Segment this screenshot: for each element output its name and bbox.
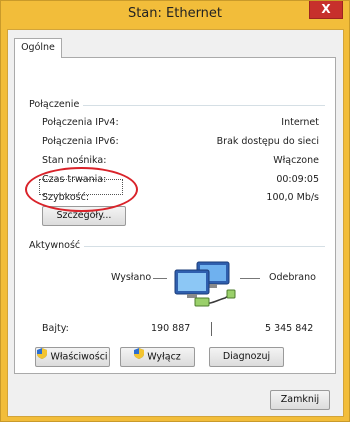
bytes-received-value: 5 345 842 xyxy=(265,323,314,334)
ipv6-value: Brak dostępu do sieci xyxy=(216,136,319,147)
diagnose-button[interactable]: Diagnozuj xyxy=(209,347,284,367)
dialog-client-area: Ogólne Połączenie Połączenia IPv4: Inter… xyxy=(7,29,344,417)
details-button[interactable]: Szczegóły... xyxy=(42,206,126,226)
ipv6-label: Połączenia IPv6: xyxy=(42,136,119,147)
tab-general[interactable]: Ogólne xyxy=(14,38,62,58)
duration-value: 00:09:05 xyxy=(276,174,319,185)
ipv4-label: Połączenia IPv4: xyxy=(42,117,119,128)
properties-button-label: Właściwości xyxy=(50,351,108,363)
received-label: Odebrano xyxy=(269,272,316,283)
received-line xyxy=(240,278,260,279)
speed-label: Szybkość: xyxy=(42,192,90,203)
duration-label: Czas trwania: xyxy=(42,174,107,185)
disable-button-label: Wyłącz xyxy=(147,351,181,363)
media-state-value: Włączone xyxy=(273,155,319,166)
sent-line xyxy=(153,278,167,279)
window-frame: Stan: Ethernet X Ogólne Połączenie Połąc… xyxy=(0,0,350,422)
network-computers-icon xyxy=(171,258,239,310)
connection-heading: Połączenie xyxy=(29,99,84,110)
uac-shield-icon xyxy=(37,348,48,366)
bytes-sent-value: 190 887 xyxy=(151,323,191,334)
bytes-label: Bajty: xyxy=(42,323,69,334)
close-button[interactable]: Zamknij xyxy=(270,390,330,410)
ipv4-value: Internet xyxy=(281,117,319,128)
bytes-separator xyxy=(211,322,212,336)
media-state-label: Stan nośnika: xyxy=(42,155,107,166)
window-close-button[interactable]: X xyxy=(309,1,343,19)
uac-shield-icon xyxy=(134,348,145,366)
tab-panel-general: Połączenie Połączenia IPv4: Internet Poł… xyxy=(14,57,336,374)
activity-heading: Aktywność xyxy=(29,240,85,251)
title-bar[interactable]: Stan: Ethernet X xyxy=(1,1,349,29)
speed-value: 100,0 Mb/s xyxy=(266,192,319,203)
window-title: Stan: Ethernet xyxy=(127,6,223,21)
properties-button[interactable]: Właściwości xyxy=(35,347,110,367)
disable-button[interactable]: Wyłącz xyxy=(120,347,195,367)
sent-label: Wysłano xyxy=(111,272,152,283)
